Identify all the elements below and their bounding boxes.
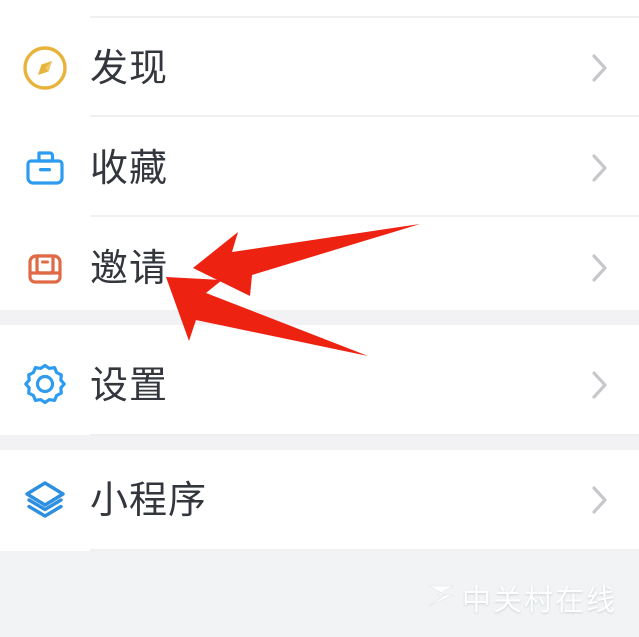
list-item-label: 邀请 [90,246,169,290]
list-item-label: 发现 [90,46,169,90]
group-separator-band-2 [0,435,639,450]
phone-screen: 发现 收藏 邀请 设置 小程序 中关村在线 [0,0,639,637]
list-item-label: 收藏 [90,146,169,190]
chevron-right-icon[interactable] [561,148,639,188]
list-item-miniprogram[interactable]: 小程序 [0,450,639,550]
list-item-invite[interactable]: 邀请 [0,218,639,318]
chevron-right-icon[interactable] [561,365,639,405]
list-item-settings[interactable]: 设置 [0,335,639,435]
layers-icon [0,474,90,526]
zol-logo-icon [426,583,456,614]
mailbox-icon [0,242,90,294]
gear-icon [0,359,90,411]
list-item-discover[interactable]: 发现 [0,18,639,118]
watermark-text: 中关村在线 [461,583,617,617]
list-item-favorites[interactable]: 收藏 [0,118,639,218]
folder-icon [0,142,90,194]
chevron-right-icon[interactable] [561,248,639,288]
chevron-right-icon[interactable] [561,48,639,88]
list-item-label: 设置 [90,363,169,407]
compass-icon [0,42,90,94]
watermark: 中关村在线 [426,577,617,619]
list-item-label: 小程序 [90,478,208,522]
chevron-right-icon[interactable] [561,480,639,520]
